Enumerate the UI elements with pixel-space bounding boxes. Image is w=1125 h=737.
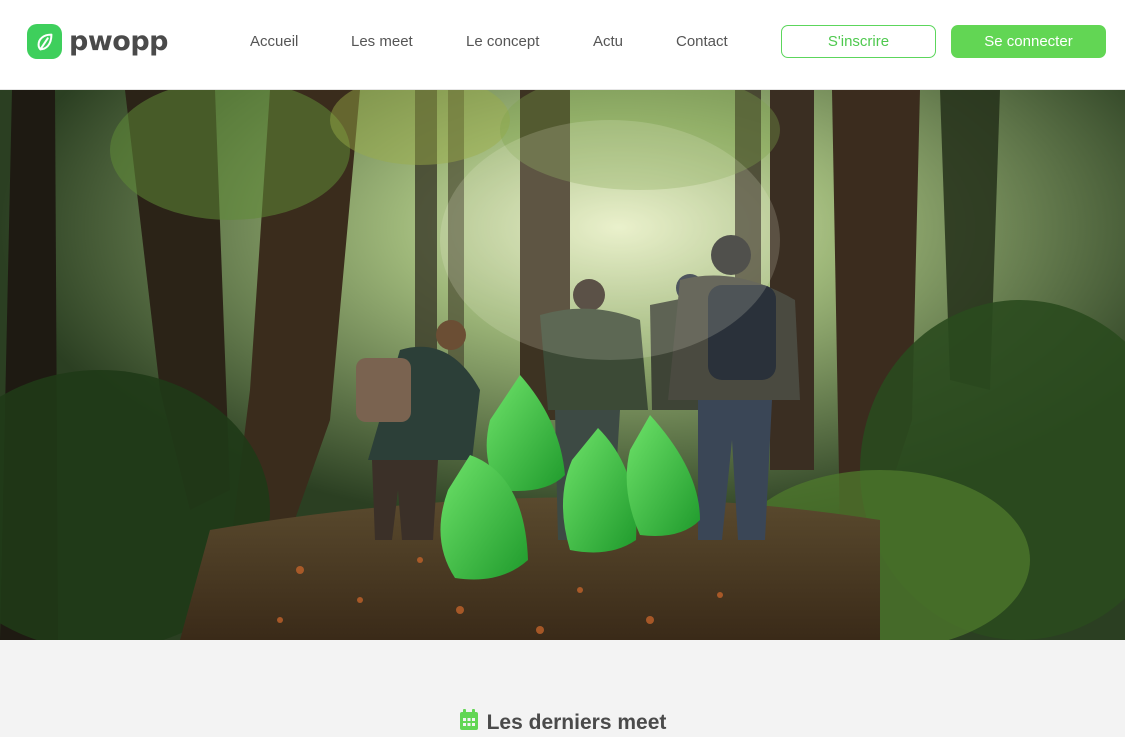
nav-item-accueil[interactable]: Accueil — [250, 33, 298, 50]
section-title: Les derniers meet — [486, 711, 667, 734]
nav-item-les-meet[interactable]: Les meet — [351, 33, 413, 50]
latest-meets-heading: Les derniers meet — [0, 709, 1125, 736]
brand-name: pwopp — [69, 26, 168, 57]
nav-item-contact[interactable]: Contact — [676, 33, 728, 50]
leaf-icon — [27, 24, 62, 59]
hero-image — [0, 90, 1125, 640]
site-header: pwopp Accueil Les meet Le concept Actu C… — [0, 0, 1125, 90]
nav-item-le-concept[interactable]: Le concept — [466, 33, 539, 50]
login-button[interactable]: Se connecter — [951, 25, 1106, 58]
signup-button[interactable]: S'inscrire — [781, 25, 936, 58]
nav-item-actu[interactable]: Actu — [593, 33, 623, 50]
logo[interactable]: pwopp — [27, 23, 168, 60]
calendar-icon — [459, 709, 479, 736]
